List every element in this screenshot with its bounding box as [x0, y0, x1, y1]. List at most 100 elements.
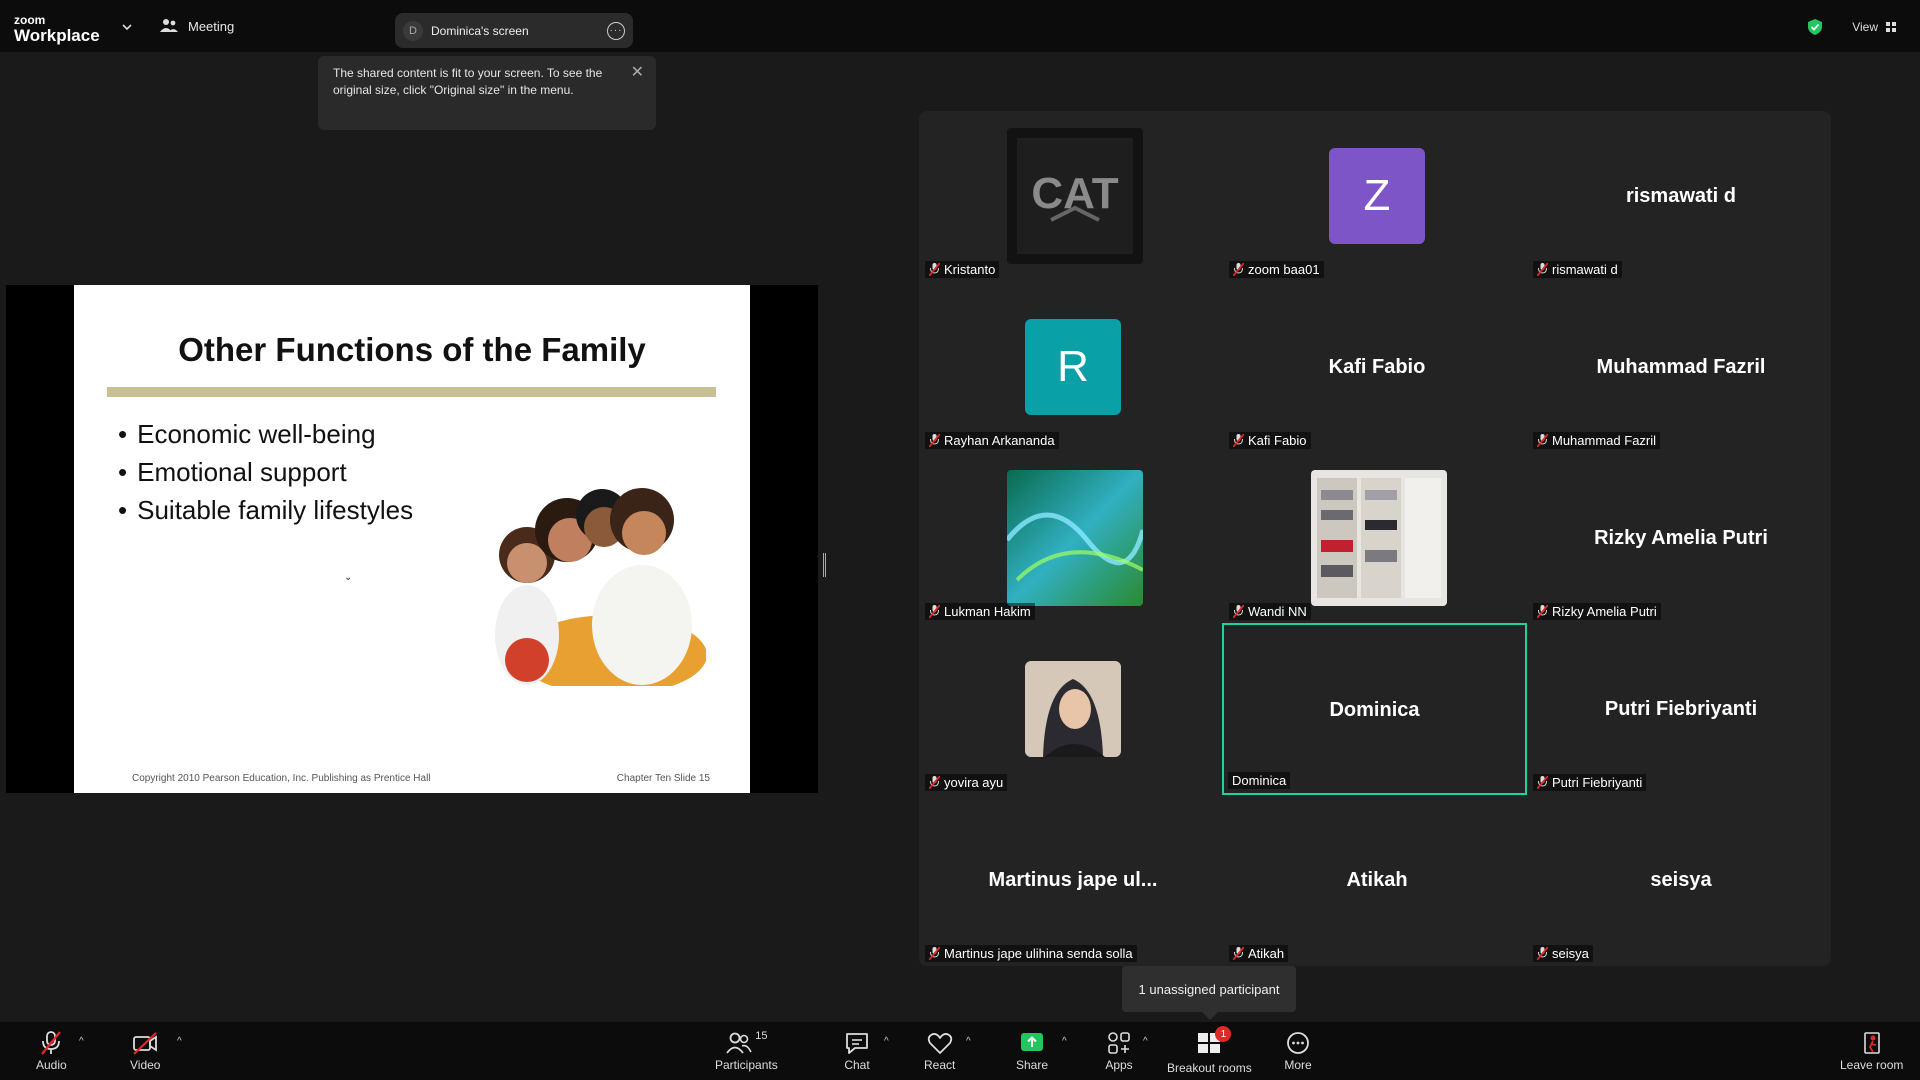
video-button[interactable]: Video [130, 1030, 160, 1072]
participant-tile[interactable]: Putri Fiebriyanti Putri Fiebriyanti [1529, 624, 1833, 795]
zoom-logo[interactable]: zoom Workplace [14, 14, 100, 44]
mic-muted-icon [41, 1031, 62, 1055]
participant-display-name: Atikah [1346, 869, 1408, 891]
leave-room-button[interactable]: Leave room [1840, 1030, 1903, 1072]
participant-display-name: Martinus jape ul... [988, 869, 1158, 891]
share-label: Share [1016, 1058, 1049, 1072]
breakout-rooms-button[interactable]: 1 Breakout rooms [1167, 1026, 1252, 1075]
participant-tile[interactable]: Rizky Amelia Putri Rizky Amelia Putri [1529, 453, 1833, 624]
participant-name: rismawati d [1552, 262, 1618, 277]
participant-photo: CAT [1007, 128, 1143, 264]
mic-muted-icon [929, 947, 940, 960]
participant-tile[interactable]: Muhammad Fazril Muhammad Fazril [1529, 282, 1833, 453]
name-tag: zoom baa01 [1229, 261, 1324, 278]
leave-room-label: Leave room [1840, 1058, 1904, 1072]
view-button[interactable]: View [1852, 20, 1896, 34]
apps-icon [1108, 1032, 1130, 1054]
participant-display-name: seisya [1650, 869, 1712, 891]
slide-bullets: Economic well-being Emotional support Su… [118, 415, 413, 529]
shield-icon[interactable] [1806, 18, 1824, 36]
participant-name: Lukman Hakim [944, 604, 1031, 619]
close-icon[interactable]: ✕ [631, 64, 644, 81]
react-options-caret-icon[interactable]: ^ [966, 1036, 971, 1047]
apps-label: Apps [1105, 1058, 1133, 1072]
participant-display-name: Kafi Fabio [1328, 356, 1426, 378]
mic-muted-icon [1537, 263, 1548, 276]
chat-options-caret-icon[interactable]: ^ [884, 1036, 889, 1047]
mic-muted-icon [929, 605, 940, 618]
meeting-label: Meeting [188, 18, 235, 34]
apps-options-caret-icon[interactable]: ^ [1143, 1036, 1148, 1047]
participant-tile[interactable]: yovira ayu [921, 624, 1225, 795]
more-icon [1287, 1032, 1309, 1054]
chat-label: Chat [844, 1058, 870, 1072]
bullet-item: Emotional support [118, 453, 413, 491]
mic-muted-icon [929, 434, 940, 447]
more-button[interactable]: More [1284, 1030, 1312, 1072]
leave-door-icon [1863, 1032, 1880, 1054]
mic-muted-icon [1233, 605, 1244, 618]
meeting-button[interactable]: Meeting [160, 18, 234, 34]
name-tag: Muhammad Fazril [1533, 432, 1661, 449]
participant-tile[interactable]: seisya seisya [1529, 795, 1833, 966]
name-tag: Rizky Amelia Putri [1533, 603, 1661, 620]
participant-tile[interactable]: rismawati d rismawati d [1529, 111, 1833, 282]
participant-display-name: Muhammad Fazril [1596, 356, 1766, 378]
view-label: View [1852, 20, 1878, 34]
audio-options-caret-icon[interactable]: ^ [79, 1036, 84, 1047]
name-tag: Rayhan Arkananda [925, 432, 1059, 449]
participant-tile[interactable]: Kafi Fabio Kafi Fabio [1225, 282, 1529, 453]
people-icon [160, 19, 178, 32]
avatar-letter: R [1057, 342, 1089, 391]
mouse-cursor: ⌄ [344, 572, 353, 583]
participant-display-name: Dominica [1329, 699, 1420, 721]
fit-to-screen-tooltip: The shared content is fit to your screen… [318, 56, 656, 130]
participant-tile[interactable]: Atikah Atikah [1225, 795, 1529, 966]
more-options-icon[interactable]: ··· [607, 21, 625, 40]
react-button[interactable]: React [924, 1030, 955, 1072]
participant-name: Atikah [1248, 946, 1285, 961]
participant-name: Dominica [1232, 773, 1287, 788]
name-tag: Martinus jape ulihina senda solla [925, 945, 1137, 962]
participant-tile[interactable]: Z zoom baa01 [1225, 111, 1529, 282]
participant-name: Wandi NN [1248, 604, 1307, 619]
name-tag: Lukman Hakim [925, 603, 1035, 620]
participant-photo [1007, 470, 1143, 606]
tooltip-text: The shared content is fit to your screen… [333, 66, 603, 97]
family-photo [492, 475, 706, 686]
name-tag: Kafi Fabio [1229, 432, 1311, 449]
share-options-caret-icon[interactable]: ^ [1062, 1036, 1067, 1047]
participant-tile[interactable]: Martinus jape ul... Martinus jape ulihin… [921, 795, 1225, 966]
react-label: React [924, 1058, 956, 1072]
participant-name: yovira ayu [944, 775, 1004, 790]
avatar-letter: Z [1363, 171, 1391, 220]
participant-tile[interactable]: Lukman Hakim [921, 453, 1225, 624]
participant-tile[interactable]: R Rayhan Arkananda [921, 282, 1225, 453]
splitter-handle[interactable] [823, 553, 826, 577]
shared-screen[interactable]: Other Functions of the Family Economic w… [6, 285, 818, 793]
audio-button[interactable]: Audio [36, 1030, 67, 1072]
mic-muted-icon [1233, 263, 1244, 276]
share-status-pill[interactable]: D Dominica's screen ··· [395, 13, 633, 48]
name-tag: yovira ayu [925, 774, 1008, 791]
mic-muted-icon [929, 776, 940, 789]
participant-tile[interactable]: Wandi NN [1225, 453, 1529, 624]
participants-button[interactable]: 15 Participants [715, 1030, 778, 1072]
audio-label: Audio [36, 1058, 67, 1072]
video-options-caret-icon[interactable]: ^ [177, 1036, 182, 1047]
participant-photo [1311, 470, 1447, 606]
logo-line2: Workplace [14, 26, 100, 45]
participant-photo [1025, 661, 1121, 757]
chevron-down-icon[interactable] [120, 20, 134, 34]
share-button[interactable]: Share [1016, 1030, 1048, 1072]
chat-button[interactable]: Chat [843, 1030, 871, 1072]
sharer-badge: D [403, 20, 423, 41]
participants-count: 15 [755, 1030, 768, 1042]
top-right-controls: View [1806, 18, 1896, 36]
participant-tile-active-speaker[interactable]: Dominica Dominica [1222, 623, 1527, 795]
participant-tile[interactable]: CAT Kristanto [921, 111, 1225, 282]
participant-display-name: rismawati d [1625, 185, 1737, 207]
participant-name: Rayhan Arkananda [944, 433, 1055, 448]
apps-button[interactable]: Apps [1105, 1030, 1133, 1072]
share-pill-label: Dominica's screen [431, 23, 529, 38]
